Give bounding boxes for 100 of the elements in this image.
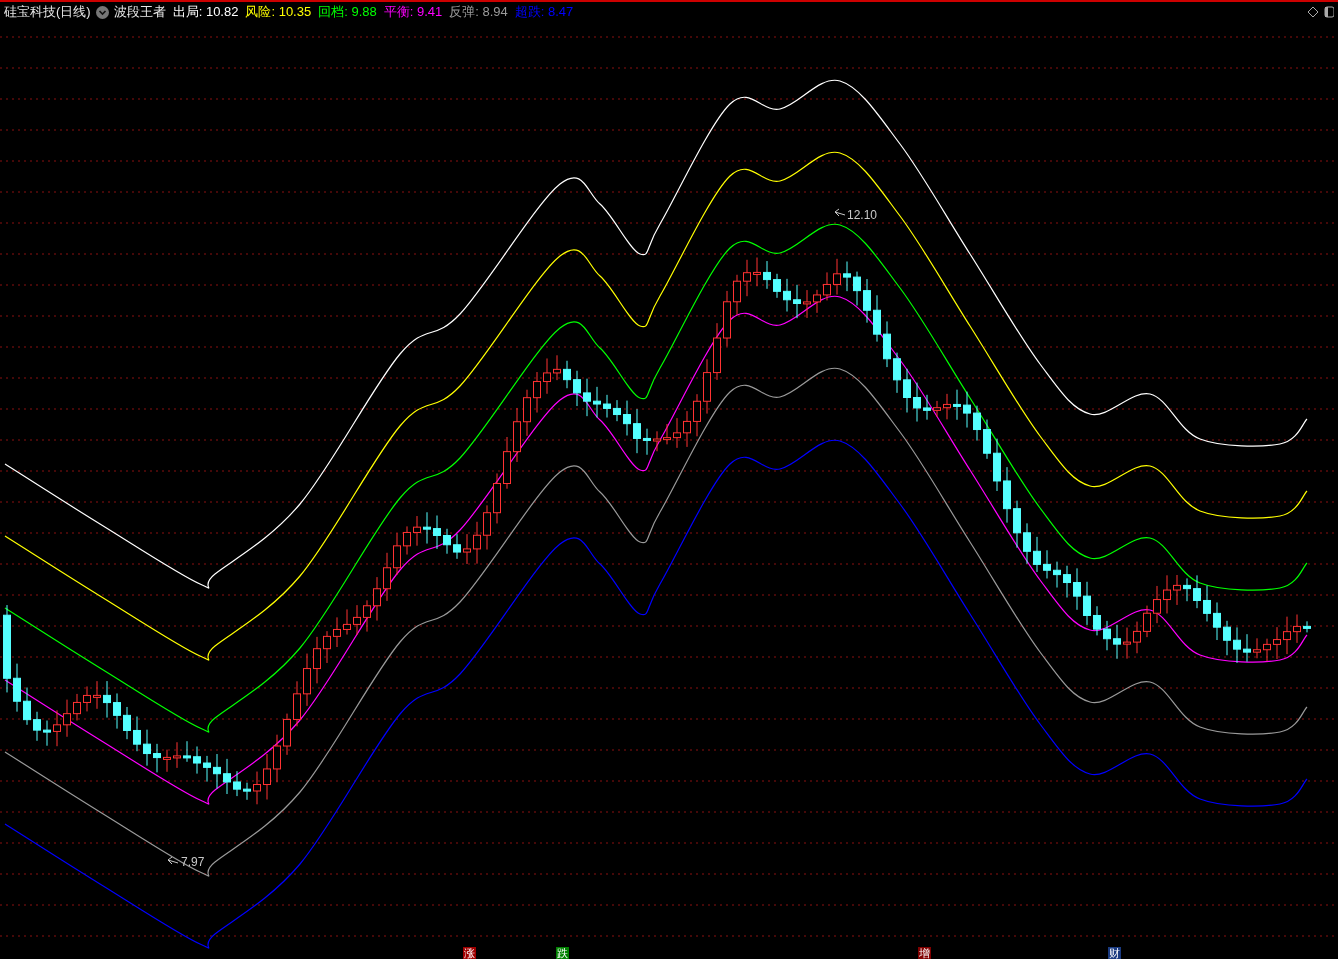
candlestick: [523, 389, 531, 437]
candlestick: [833, 258, 841, 296]
candlestick: [73, 693, 81, 721]
candlestick: [1043, 549, 1051, 579]
candlestick: [1263, 638, 1271, 662]
stock-title: 硅宝科技(日线): [4, 3, 91, 21]
candlestick: [203, 755, 211, 783]
candlestick: [1013, 500, 1021, 549]
candlestick: [83, 685, 91, 712]
candlestick: [713, 322, 721, 381]
candlestick: [333, 616, 341, 648]
candlestick: [1273, 626, 1281, 660]
candlestick: [453, 533, 461, 560]
candlestick: [1223, 620, 1231, 656]
candlestick: [353, 604, 361, 636]
candlestick: [463, 533, 471, 565]
candlestick: [863, 278, 871, 324]
candlestick: [1253, 637, 1261, 659]
candlestick: [253, 771, 261, 805]
candlestick: [263, 753, 271, 800]
arrow-icon: [167, 856, 179, 865]
panel-icon[interactable]: [1324, 6, 1334, 18]
candlestick: [553, 354, 561, 381]
candlestick: [793, 284, 801, 319]
legend-value: 反弹: 8.94: [449, 3, 508, 21]
candlestick: [1193, 574, 1201, 609]
candlestick: [753, 257, 761, 287]
candlestick: [433, 515, 441, 550]
legend-value: 风险: 10.35: [245, 3, 312, 21]
legend-value: 回档: 9.88: [318, 3, 377, 21]
candlestick: [123, 706, 131, 740]
candlestick: [983, 419, 991, 460]
candlestick: [193, 746, 201, 775]
candlestick: [763, 260, 771, 290]
candlestick: [813, 289, 821, 314]
candlestick: [143, 729, 151, 767]
legend-value: 超跌: 8.47: [514, 3, 574, 21]
candlestick: [1213, 601, 1221, 641]
candlestick: [683, 410, 691, 448]
candlestick: [803, 289, 811, 319]
diamond-icon[interactable]: [1307, 6, 1319, 18]
candlestick: [773, 273, 781, 299]
candlestick: [633, 408, 641, 454]
candlestick: [413, 515, 421, 547]
candlestick: [1053, 561, 1061, 589]
candlestick: [743, 259, 751, 297]
candlestick: [1143, 605, 1151, 638]
candlestick: [1203, 585, 1211, 622]
candlestick: [173, 741, 181, 769]
candlestick: [113, 692, 121, 730]
candlestick: [183, 740, 191, 763]
candlestick: [653, 430, 661, 452]
candlestick: [613, 399, 621, 422]
candlestick: [503, 436, 511, 490]
candlestick: [643, 428, 651, 456]
candlestick: [1243, 633, 1251, 663]
candlestick: [363, 599, 371, 633]
candlestick: [913, 382, 921, 423]
candlestick: [223, 758, 231, 795]
candlestick: [293, 680, 301, 727]
candlestick: [533, 371, 541, 414]
candlestick: [103, 680, 111, 719]
candlestick: [893, 352, 901, 394]
candlestick: [673, 417, 681, 449]
event-marker[interactable]: 财: [1108, 947, 1121, 959]
price-label: 7.97: [181, 855, 205, 869]
event-marker[interactable]: 涨: [463, 947, 476, 959]
candlestick: [853, 271, 861, 306]
candlestick: [723, 290, 731, 347]
candlestick: [843, 261, 851, 292]
candlestick: [1003, 466, 1011, 524]
candlestick: [733, 274, 741, 316]
dropdown-icon[interactable]: [95, 5, 109, 19]
indicator-name: 波段王者: [113, 3, 166, 21]
candlestick: [783, 278, 791, 313]
candlestick: [403, 525, 411, 556]
candlestick: [443, 528, 451, 555]
candlestick: [1173, 574, 1181, 606]
candlestick: [423, 511, 431, 545]
candlestick: [153, 743, 161, 773]
event-marker[interactable]: 增: [918, 947, 931, 959]
candlestick: [323, 630, 331, 664]
legend-value: 平衡: 9.41: [383, 3, 443, 21]
price-label: 12.10: [847, 208, 878, 222]
candlestick: [933, 400, 941, 418]
candlestick: [1063, 565, 1071, 598]
candlestick: [283, 713, 291, 756]
candlestick: [923, 394, 931, 421]
candlestick: [1023, 522, 1031, 565]
candlestick: [563, 360, 571, 389]
candlestick: [663, 423, 671, 445]
candlestick: [1133, 621, 1141, 654]
candlestick: [303, 653, 311, 707]
candlestick: [703, 358, 711, 415]
candlestick: [1153, 585, 1161, 624]
candlestick: [1233, 626, 1241, 664]
candlestick: [273, 734, 281, 783]
event-marker[interactable]: 跌: [556, 947, 569, 959]
candlestick: [543, 358, 551, 395]
candlestick: [343, 608, 351, 636]
